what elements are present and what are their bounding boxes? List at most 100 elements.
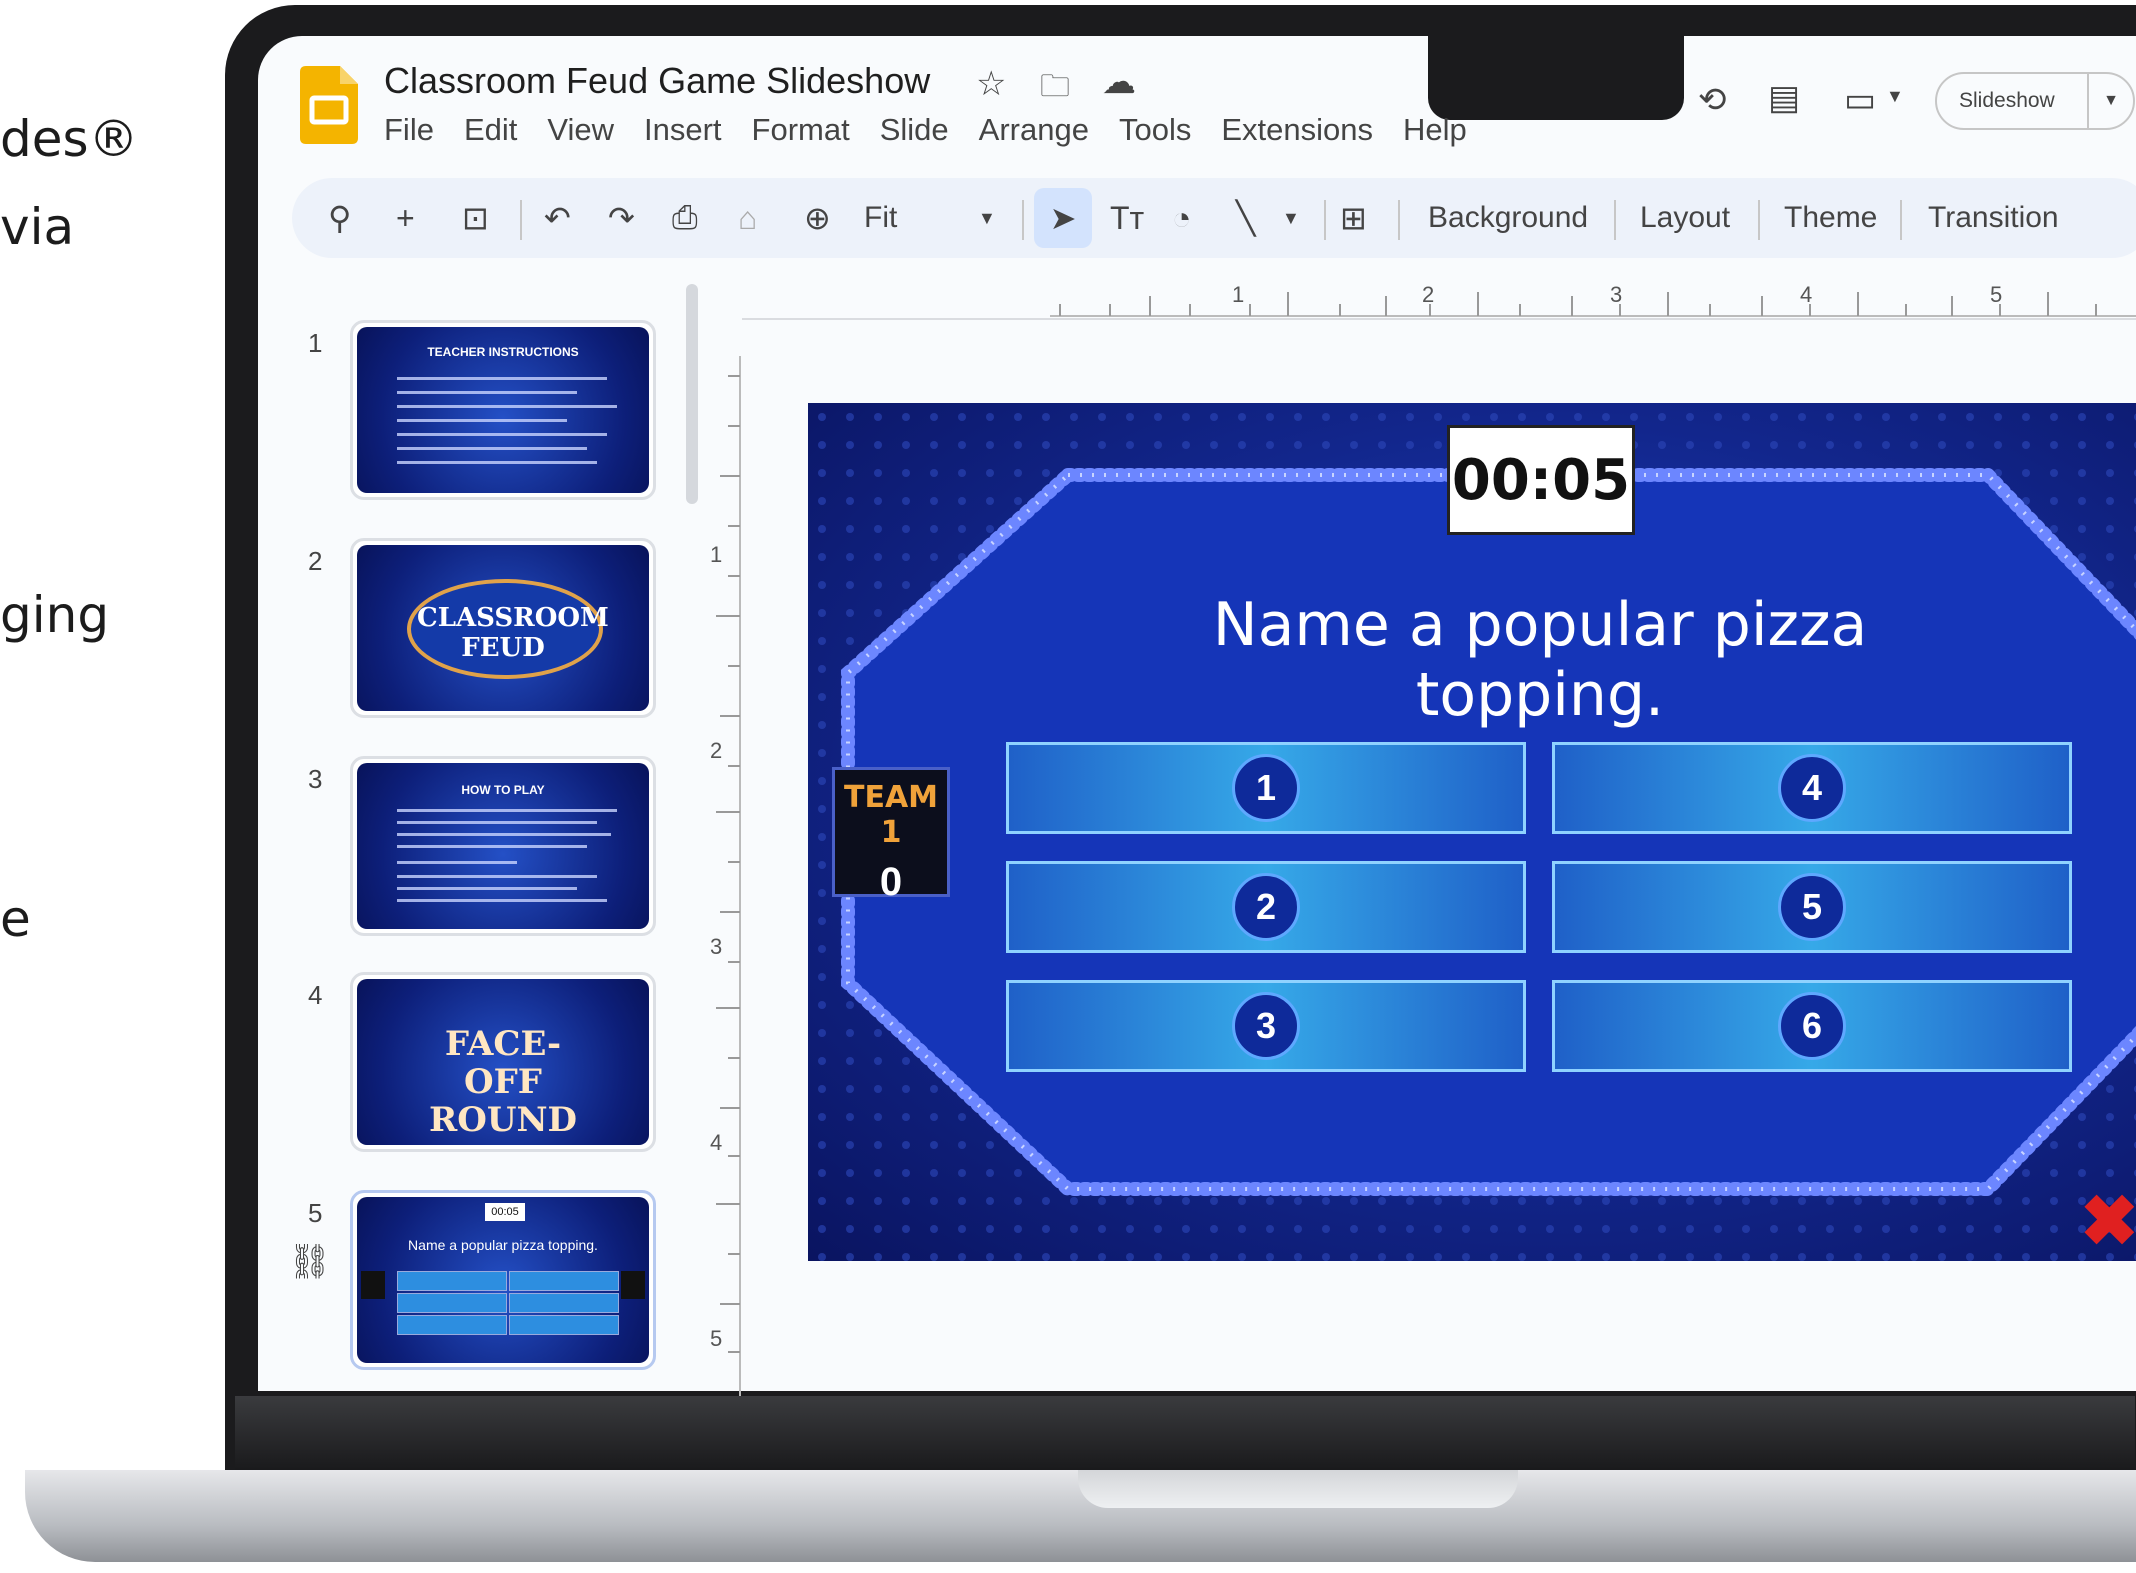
ruler-label: 2 [1422,282,1435,307]
ruler-label: 3 [1610,282,1623,307]
slideshow-dropdown-icon[interactable]: ▼ [2087,74,2119,128]
theme-button[interactable]: Theme [1784,178,1877,258]
ruler-label: 5 [1990,282,2003,307]
canvas-edge [742,318,2136,320]
new-slide-layout-icon[interactable]: ⊡ [462,178,489,258]
search-icon[interactable]: ⚲ [328,178,351,258]
menu-tools[interactable]: Tools [1119,112,1191,148]
select-cursor-icon[interactable]: ➤ [1034,188,1092,248]
ruler-label: 2 [710,738,723,763]
countdown-timer[interactable]: 00:05 [1447,425,1635,535]
menu-slide[interactable]: Slide [880,112,949,148]
toolbar: ⚲ + ⊡ ↶ ↷ ⎙ ⌂ ⊕ Fit ▼ ➤ Tт ◔ ╲ ▼ ⊞ Backg… [292,178,2136,258]
menu-file[interactable]: File [384,112,434,148]
layout-button[interactable]: Layout [1640,178,1730,258]
answer-slot[interactable]: 2 [1006,861,1526,953]
print-icon[interactable]: ⎙ [672,178,698,258]
add-comment-icon[interactable]: ⊞ [1340,178,1367,258]
zoom-icon[interactable]: ⊕ [804,178,831,258]
slide-thumbnail[interactable]: CLASSROOM FEUD [350,538,656,718]
answer-slot[interactable]: 6 [1552,980,2072,1072]
marketing-text-line: via [0,198,75,256]
menu-help[interactable]: Help [1403,112,1467,148]
slide-number: 2 [308,546,323,576]
survey-question: Name a popular pizza topping. [1212,590,1868,730]
thumbnail-timer: 00:05 [485,1203,525,1221]
slide-thumbnail[interactable]: FACE-OFF ROUND [350,972,656,1152]
answer-slot[interactable]: 1 [1006,742,1526,834]
answer-number[interactable]: 2 [1232,873,1300,941]
team-score: 0 [879,860,903,904]
ruler-label: 4 [1800,282,1813,307]
answer-slot[interactable]: 4 [1552,742,2072,834]
thumbnail-title: TEACHER INSTRUCTIONS [427,345,579,359]
link-icon[interactable]: ⛓ [288,1242,331,1282]
ruler-label: 5 [710,1326,723,1351]
zoom-dropdown-icon[interactable]: ▼ [978,178,996,258]
meet-camera-icon[interactable]: ▭ [1844,80,1876,120]
thumbnail-title: HOW TO PLAY [461,783,545,797]
team-name: TEAM 1 [843,780,939,850]
star-icon[interactable]: ☆ [976,64,1006,104]
slide-thumbnail[interactable]: HOW TO PLAY [350,756,656,936]
thumbnail-title: FACE-OFF ROUND [428,1024,578,1140]
marketing-text-line: ging [0,586,110,644]
undo-icon[interactable]: ↶ [544,178,571,258]
slide-thumbnail-selected[interactable]: 00:05 Name a popular pizza topping. [350,1190,656,1370]
slide-number: 3 [308,764,323,794]
ruler-label: 4 [710,1130,723,1155]
marketing-text-line: e [0,890,31,948]
slide-number: 4 [308,980,323,1010]
menu-format[interactable]: Format [752,112,850,148]
thumbnail-title: CLASSROOM FEUD [417,603,609,663]
marketing-text-line: des® [0,110,139,168]
answer-number[interactable]: 1 [1232,754,1300,822]
menu-arrange[interactable]: Arrange [979,112,1089,148]
text-box-icon[interactable]: Tт [1110,178,1144,258]
menu-view[interactable]: View [547,112,614,148]
document-title[interactable]: Classroom Feud Game Slideshow [384,60,930,102]
filmstrip-scrollbar[interactable] [686,284,698,504]
background-button[interactable]: Background [1428,178,1588,258]
vertical-ruler: 1 2 3 4 5 [706,356,742,1396]
comments-icon[interactable]: ▤ [1768,78,1800,118]
strike-x-icon[interactable]: ✖ [2080,1180,2136,1262]
answer-number[interactable]: 3 [1232,992,1300,1060]
camera-notch [1428,36,1684,120]
menu-edit[interactable]: Edit [464,112,517,148]
answer-number[interactable]: 5 [1778,873,1846,941]
line-dropdown-icon[interactable]: ▼ [1282,178,1300,258]
menu-bar: File Edit View Insert Format Slide Arran… [384,112,1467,148]
horizontal-ruler: 1 2 3 4 5 [1050,282,2136,318]
answer-number[interactable]: 6 [1778,992,1846,1060]
slide-number: 1 [308,328,323,358]
shape-icon[interactable]: ◔ [1172,178,1191,258]
move-folder-icon[interactable]: 🗀 [1040,64,1070,115]
transition-button[interactable]: Transition [1928,178,2059,258]
new-slide-icon[interactable]: + [396,178,415,258]
version-history-icon[interactable]: ⟲ [1698,80,1727,120]
thumbnail-title: Name a popular pizza topping. [408,1237,598,1253]
menu-insert[interactable]: Insert [644,112,722,148]
slide-thumbnail[interactable]: TEACHER INSTRUCTIONS [350,320,656,500]
slideshow-label: Slideshow [1959,89,2055,112]
menu-extensions[interactable]: Extensions [1221,112,1373,148]
laptop-hinge [235,1396,2135,1470]
answer-slot[interactable]: 3 [1006,980,1526,1072]
redo-icon[interactable]: ↷ [608,178,635,258]
zoom-select[interactable]: Fit [864,178,897,258]
answer-slot[interactable]: 5 [1552,861,2072,953]
paint-format-icon[interactable]: ⌂ [738,178,757,258]
chevron-down-icon[interactable]: ▼ [1886,86,1904,107]
cloud-saved-icon[interactable]: ☁ [1102,62,1136,102]
team-score-box: TEAM 1 0 [832,767,950,904]
line-icon[interactable]: ╲ [1236,178,1255,258]
laptop-thumb-notch [1078,1470,1518,1508]
slideshow-button[interactable]: Slideshow ▼ [1935,72,2135,130]
ruler-label: 3 [710,934,723,959]
answer-number[interactable]: 4 [1778,754,1846,822]
slide-number: 5 [308,1198,323,1228]
slides-logo-icon[interactable] [300,66,358,144]
ruler-label: 1 [1232,282,1245,307]
ruler-label: 1 [710,542,723,567]
